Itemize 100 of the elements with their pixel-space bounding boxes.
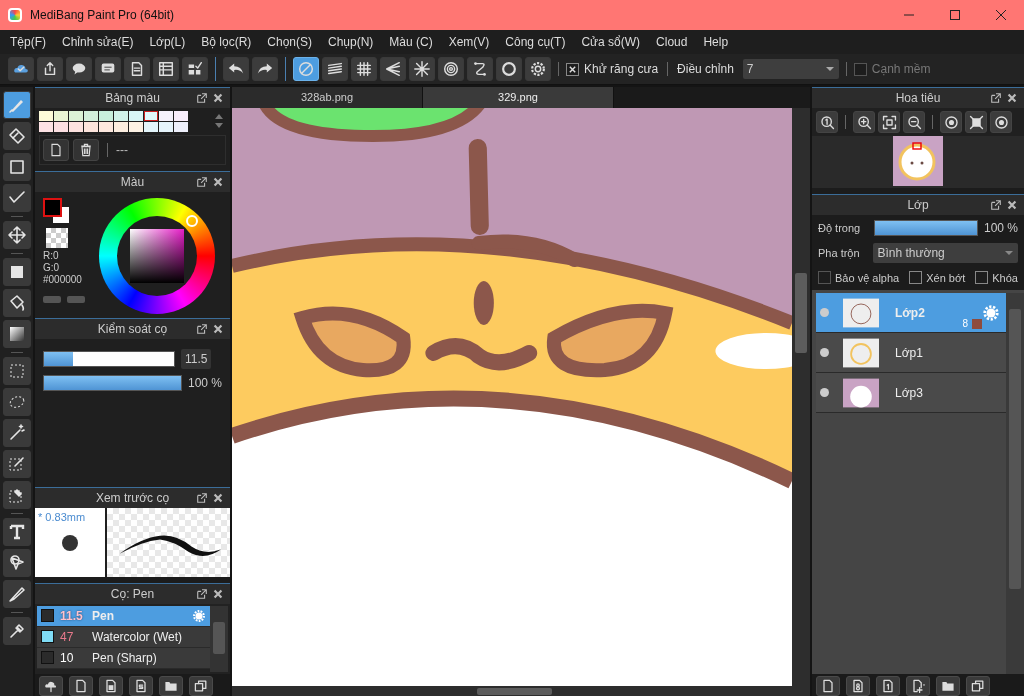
tool-button[interactable] <box>2 258 31 286</box>
color-swatch[interactable] <box>84 111 98 121</box>
color-swatch[interactable] <box>159 122 173 132</box>
snap-button[interactable] <box>409 57 435 81</box>
delete-button[interactable] <box>73 139 99 161</box>
popout-icon[interactable] <box>196 492 208 505</box>
visibility-dot-icon[interactable] <box>820 308 829 317</box>
color-swatch[interactable] <box>174 111 188 121</box>
snap-button[interactable] <box>380 57 406 81</box>
toolbar-button[interactable] <box>124 57 150 81</box>
navigator-button[interactable] <box>965 111 987 133</box>
popout-icon[interactable] <box>990 92 1002 104</box>
color-swatch[interactable] <box>84 122 98 132</box>
toolbar-button[interactable] <box>95 57 121 81</box>
close-icon[interactable] <box>212 587 224 600</box>
correction-dropdown[interactable]: 7 <box>742 59 839 79</box>
color-swatch[interactable] <box>114 122 128 132</box>
layer-panel-button[interactable] <box>936 676 960 696</box>
blend-mode-dropdown[interactable]: Bình thường <box>873 242 1018 263</box>
tool-button[interactable] <box>2 617 31 645</box>
color-swatch[interactable] <box>39 111 53 121</box>
snap-button[interactable] <box>496 57 522 81</box>
layer-panel-button[interactable] <box>846 676 870 696</box>
brush-panel-button[interactable] <box>159 676 183 696</box>
scrollbar[interactable] <box>1006 293 1024 674</box>
settings-icon[interactable] <box>192 608 206 623</box>
close-icon[interactable] <box>212 492 224 505</box>
brush-list-item[interactable]: 10 Pen (Sharp) <box>37 647 210 669</box>
layer-item[interactable]: Lớp1 <box>816 333 1006 373</box>
menu-item[interactable]: Xem(V) <box>440 35 498 49</box>
navigator-button[interactable] <box>878 111 900 133</box>
tool-button[interactable] <box>2 91 31 119</box>
menu-item[interactable]: Lớp(L) <box>141 35 194 49</box>
color-swatch[interactable] <box>159 111 173 121</box>
new-palette-button[interactable] <box>43 139 69 161</box>
close-icon[interactable] <box>212 175 224 188</box>
layer-panel-button[interactable] <box>876 676 900 696</box>
color-swatch[interactable] <box>174 122 188 132</box>
tool-button[interactable] <box>2 184 31 212</box>
popout-icon[interactable] <box>196 92 208 104</box>
toolbar-button[interactable] <box>66 57 92 81</box>
color-swatch[interactable] <box>69 122 83 132</box>
brush-panel-button[interactable] <box>39 676 63 696</box>
color-swatch[interactable] <box>54 111 68 121</box>
transparent-color-swatch[interactable] <box>46 227 68 248</box>
close-icon[interactable] <box>212 92 224 104</box>
brush-opacity-slider[interactable] <box>43 374 182 391</box>
color-swatch[interactable] <box>54 122 68 132</box>
close-icon[interactable] <box>1006 92 1018 104</box>
toolbar-button[interactable] <box>182 57 208 81</box>
menu-item[interactable]: Công cụ(T) <box>497 35 574 49</box>
popout-icon[interactable] <box>196 587 208 600</box>
brush-panel-button[interactable] <box>69 676 93 696</box>
menu-item[interactable]: Help <box>695 35 737 49</box>
toolbar-button[interactable] <box>153 57 179 81</box>
tool-button[interactable] <box>2 320 31 348</box>
color-swatch[interactable] <box>39 122 53 132</box>
popout-icon[interactable] <box>196 322 208 335</box>
antialias-checkbox[interactable] <box>566 62 579 76</box>
snap-button[interactable] <box>438 57 464 81</box>
snap-button[interactable] <box>467 57 493 81</box>
tool-button[interactable] <box>2 549 31 577</box>
layer-option-checkbox[interactable] <box>975 271 989 284</box>
layer-panel-button[interactable] <box>906 676 930 696</box>
color-swatch[interactable] <box>144 122 158 132</box>
menu-item[interactable]: Tệp(F) <box>2 35 54 49</box>
tool-button[interactable] <box>2 481 31 509</box>
snap-button[interactable] <box>322 57 348 81</box>
color-swatch[interactable] <box>99 122 113 132</box>
close-icon[interactable] <box>1006 199 1018 211</box>
tool-button[interactable] <box>2 221 31 249</box>
undo-button[interactable] <box>223 57 249 81</box>
color-swatch[interactable] <box>69 111 83 121</box>
menu-item[interactable]: Cửa sổ(W) <box>573 35 649 49</box>
snap-settings-button[interactable] <box>525 57 551 81</box>
navigator-button[interactable] <box>903 111 925 133</box>
layer-opacity-slider[interactable] <box>874 219 978 236</box>
document-tab[interactable]: 329.png <box>423 87 614 108</box>
menu-item[interactable]: Chỉnh sửa(E) <box>54 35 142 49</box>
tool-button[interactable] <box>2 153 31 181</box>
toolbar-button[interactable] <box>8 57 34 81</box>
layer-panel-button[interactable] <box>816 676 840 696</box>
navigator-button[interactable] <box>853 111 875 133</box>
color-swatch[interactable] <box>129 122 143 132</box>
popout-icon[interactable] <box>990 199 1002 211</box>
popout-icon[interactable] <box>196 175 208 188</box>
navigator-button[interactable] <box>816 111 838 133</box>
tool-button[interactable] <box>2 580 31 608</box>
brush-panel-button[interactable] <box>99 676 123 696</box>
layer-option-checkbox[interactable] <box>909 271 923 284</box>
color-swatch[interactable] <box>129 111 143 121</box>
tool-button[interactable] <box>2 289 31 317</box>
snap-button[interactable] <box>351 57 377 81</box>
layer-panel-button[interactable] <box>966 676 990 696</box>
visibility-dot-icon[interactable] <box>820 348 829 357</box>
tool-button[interactable] <box>2 419 31 447</box>
menu-item[interactable]: Màu (C) <box>381 35 441 49</box>
brush-size-slider[interactable] <box>43 350 175 367</box>
toolbar-button[interactable] <box>37 57 63 81</box>
hue-handle[interactable] <box>186 214 198 227</box>
